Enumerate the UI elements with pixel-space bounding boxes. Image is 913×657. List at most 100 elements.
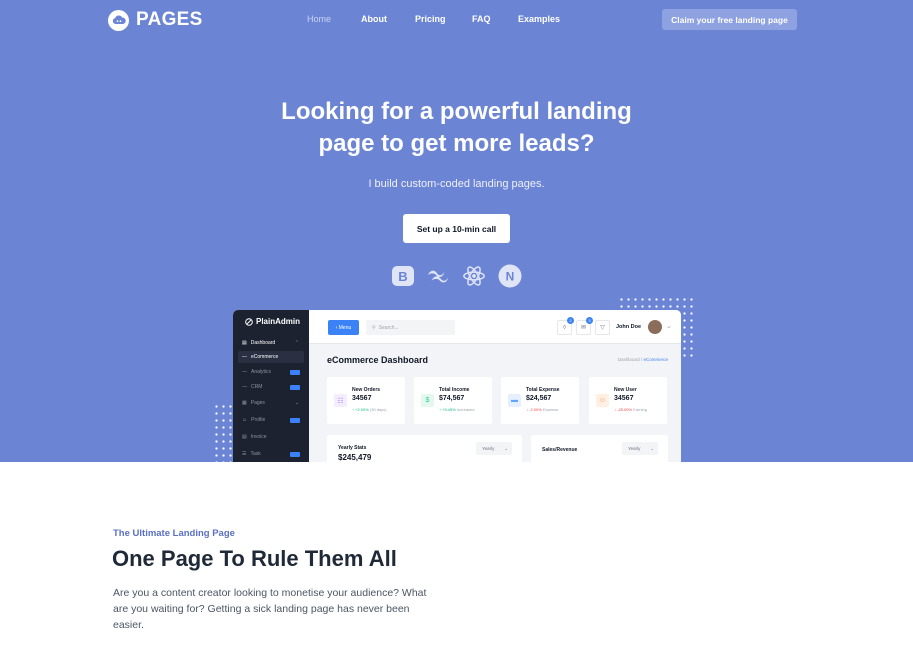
chevron-down-icon: ⌄ [504, 445, 508, 451]
user-icon: ☺ [242, 417, 248, 423]
search-icon: ⚲ [372, 324, 376, 331]
sidebar-item-profile[interactable]: ☺ Profile [238, 414, 304, 426]
avatar[interactable] [648, 320, 662, 334]
plainadmin-logo-icon [245, 317, 253, 326]
dash-icon: — [242, 369, 247, 375]
hero-headline: Looking for a powerful landing page to g… [0, 96, 913, 160]
search-input[interactable]: ⚲ Search... [366, 320, 455, 335]
stat-change-note: Expense [542, 407, 559, 412]
dashboard-brand-name: PlainAdmin [256, 317, 301, 326]
menu-button[interactable]: ‹ Menu [328, 320, 359, 335]
stat-value: $74,567 [439, 395, 465, 402]
dashboard-title: eCommerce Dashboard [327, 355, 429, 365]
stat-value: 34567 [614, 395, 634, 402]
breadcrumb-item[interactable]: Dashboard [618, 357, 640, 362]
invoice-icon: ▤ [242, 434, 247, 440]
breadcrumb-current: eCommerce [643, 357, 668, 362]
hero-headline-line-2: page to get more leads? [318, 130, 595, 157]
stat-change-value: -25.00% [617, 407, 633, 412]
nextjs-icon: N [498, 264, 522, 288]
nav-item-examples[interactable]: Examples [518, 14, 560, 24]
sidebar-item-label: Profile [251, 417, 266, 423]
period-select[interactable]: Yearly ⌄ [476, 442, 512, 455]
chevron-up-icon: ⌃ [294, 340, 299, 346]
filter-button[interactable]: ▽ [595, 320, 610, 335]
tailwind-icon [426, 264, 450, 288]
chevron-down-icon: ⌄ [294, 400, 299, 406]
arrow-down-icon: ↓ [526, 407, 528, 412]
sidebar-item-crm[interactable]: — CRM [238, 381, 304, 393]
sidebar-item-pages[interactable]: ▦ Pages ⌄ [238, 397, 304, 409]
dashboard-sidebar: PlainAdmin ▤ Dashboard ⌃ — eCommerce — A… [233, 310, 309, 462]
stat-change: ↑ +5.45% Increased [439, 407, 475, 412]
stat-change: ↓ -25.00% Earning [614, 407, 647, 412]
sales-revenue-panel: Sales/Revenue Yearly ⌄ [531, 435, 668, 462]
notification-button[interactable]: ◊ 2 [557, 317, 574, 335]
chevron-down-icon[interactable]: ⌄ [666, 322, 672, 330]
decorative-dot-grid-left [213, 403, 235, 462]
message-count: 3 [586, 317, 593, 324]
user-name[interactable]: John Doe [616, 324, 641, 330]
hero-subheadline: I build custom-coded landing pages. [368, 178, 545, 190]
stat-label: Total Expense [526, 387, 560, 393]
sidebar-item-label: CRM [251, 384, 263, 390]
bell-icon: ◊ [563, 324, 566, 331]
sidebar-item-analytics[interactable]: — Analytics [238, 366, 304, 378]
nav-item-home[interactable]: Home [307, 14, 331, 24]
sidebar-item-label: eCommerce [251, 354, 279, 360]
user-icon: ☺ [596, 394, 609, 407]
notification-count: 2 [567, 317, 574, 324]
pro-badge [290, 417, 300, 423]
pro-badge [290, 369, 300, 375]
menu-button-label: Menu [338, 324, 352, 331]
period-select-value: Yearly [628, 446, 641, 451]
section-body: Are you a content creator looking to mon… [113, 587, 427, 631]
arrow-up-icon: ↑ [439, 407, 441, 412]
sidebar-item-label: Invoice [250, 434, 267, 440]
sidebar-item-ecommerce[interactable]: — eCommerce [238, 351, 304, 363]
stat-value: 34567 [352, 395, 372, 402]
task-icon: ☰ [242, 451, 247, 457]
nav-item-faq[interactable]: FAQ [472, 14, 491, 24]
sidebar-item-task[interactable]: ☰ Task [238, 448, 304, 460]
book-call-button[interactable]: Set up a 10-min call [403, 214, 510, 243]
stat-label: New User [614, 387, 637, 393]
sidebar-item-invoice[interactable]: ▤ Invoice [238, 431, 304, 443]
nav-item-about[interactable]: About [361, 14, 387, 24]
claim-landing-page-button[interactable]: Claim your free landing page [662, 9, 797, 30]
chevron-down-icon: ⌄ [650, 445, 654, 451]
stat-change: ↑ +2.00% (30 days) [352, 407, 387, 412]
pages-icon: ▦ [242, 400, 247, 406]
svg-text:N: N [506, 270, 515, 284]
bootstrap-icon: B [391, 264, 415, 288]
grid-icon: ▤ [242, 340, 247, 346]
stat-change-value: -2.00% [529, 407, 542, 412]
stat-change-note: Increased [456, 407, 475, 412]
period-select[interactable]: Yearly ⌄ [622, 442, 658, 455]
stat-label: Total Income [439, 387, 470, 393]
dashboard-topbar: ‹ Menu ⚲ Search... ◊ 2 ✉ 3 ▽ John Doe ⌄ [309, 310, 681, 344]
stat-card-total-income: $ Total Income $74,567 ↑ +5.45% Increase… [414, 377, 492, 424]
yearly-stats-panel: Yearly Stats $245,479 Yearly ⌄ [327, 435, 522, 462]
dash-icon: — [242, 384, 247, 390]
arrow-up-icon: ↑ [352, 407, 354, 412]
breadcrumb: Dashboard / eCommerce [617, 357, 668, 362]
sidebar-item-label: Dashboard [250, 340, 276, 346]
period-select-value: Yearly [482, 446, 495, 451]
sidebar-item-dashboard[interactable]: ▤ Dashboard ⌃ [238, 337, 304, 349]
stat-label: New Orders [352, 387, 381, 393]
cart-icon: ☷ [334, 394, 347, 407]
stat-change-value: +2.00% [355, 407, 369, 412]
section-title: One Page To Rule Them All [112, 546, 397, 571]
dollar-icon: $ [421, 394, 434, 407]
section-eyebrow: The Ultimate Landing Page [113, 528, 235, 539]
svg-text:B: B [398, 269, 407, 284]
messages-button[interactable]: ✉ 3 [576, 317, 593, 335]
nav-item-pricing[interactable]: Pricing [415, 14, 446, 24]
stat-card-total-expense: ▬ Total Expense $24,567 ↓ -2.00% Expense [501, 377, 579, 424]
stat-card-new-user: ☺ New User 34567 ↓ -25.00% Earning [589, 377, 667, 424]
stat-change-note: (30 days) [369, 407, 387, 412]
panel-title: Yearly Stats [338, 445, 367, 451]
pro-badge [290, 451, 300, 457]
filter-icon: ▽ [600, 325, 605, 331]
